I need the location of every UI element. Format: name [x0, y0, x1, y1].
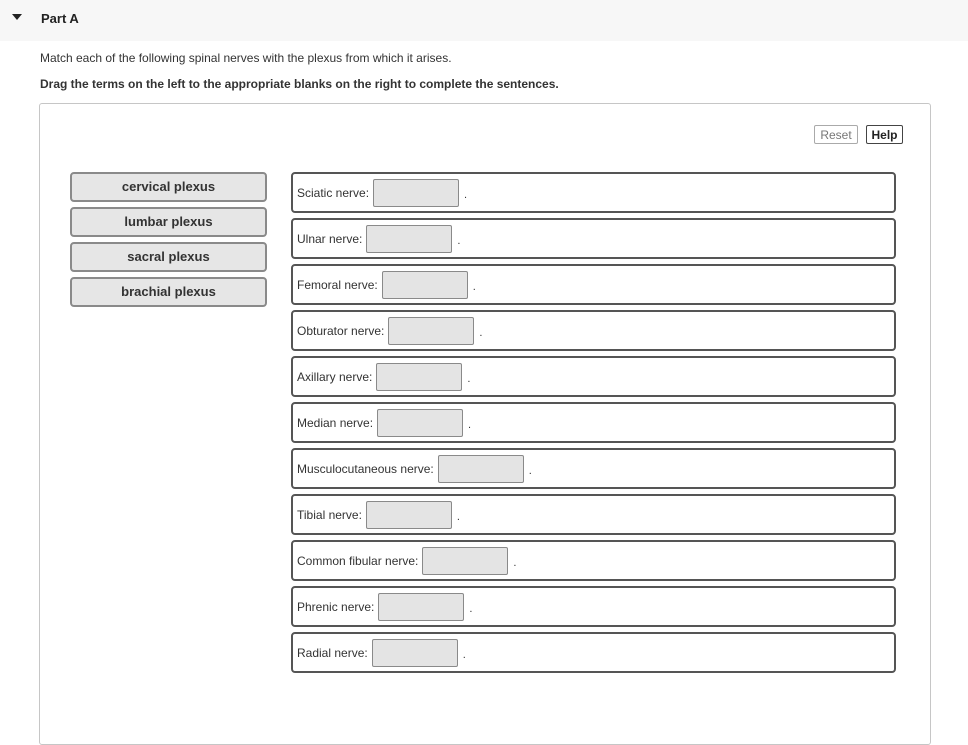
sentence-label: Axillary nerve:: [297, 370, 373, 384]
help-button[interactable]: Help: [866, 125, 903, 144]
sentence-sciatic-nerve: Sciatic nerve: .: [291, 172, 896, 213]
drop-blank[interactable]: [378, 593, 465, 621]
drop-blank[interactable]: [437, 455, 524, 483]
drop-blank[interactable]: [371, 639, 458, 667]
drop-blank[interactable]: [422, 547, 509, 575]
sentence-common-fibular-nerve: Common fibular nerve: .: [291, 540, 896, 581]
sentence-period: .: [469, 603, 473, 615]
sentence-period: .: [457, 235, 461, 247]
sentence-label: Ulnar nerve:: [297, 232, 363, 246]
sentence-label: Tibial nerve:: [297, 508, 362, 522]
instruction-text: Match each of the following spinal nerve…: [40, 51, 452, 65]
sentence-label: Common fibular nerve:: [297, 554, 419, 568]
term-sacral-plexus[interactable]: sacral plexus: [70, 242, 267, 272]
sentence-ulnar-nerve: Ulnar nerve: .: [291, 218, 896, 259]
sentence-label: Median nerve:: [297, 416, 374, 430]
part-header[interactable]: Part A: [0, 0, 968, 41]
sentence-label: Radial nerve:: [297, 646, 368, 660]
drop-blank[interactable]: [381, 271, 468, 299]
sentence-label: Sciatic nerve:: [297, 186, 370, 200]
term-brachial-plexus[interactable]: brachial plexus: [70, 277, 267, 307]
sentence-period: .: [513, 557, 517, 569]
sentence-period: .: [456, 511, 460, 523]
term-cervical-plexus[interactable]: cervical plexus: [70, 172, 267, 202]
drop-blank[interactable]: [373, 179, 460, 207]
part-title: Part A: [41, 11, 79, 26]
sentence-period: .: [464, 189, 468, 201]
drag-instruction-text: Drag the terms on the left to the approp…: [40, 77, 559, 91]
sentence-label: Femoral nerve:: [297, 278, 378, 292]
sentence-tibial-nerve: Tibial nerve: .: [291, 494, 896, 535]
sentence-label: Phrenic nerve:: [297, 600, 375, 614]
sentence-label: Obturator nerve:: [297, 324, 385, 338]
sentence-obturator-nerve: Obturator nerve: .: [291, 310, 896, 351]
drop-blank[interactable]: [377, 409, 464, 437]
sentence-phrenic-nerve: Phrenic nerve: .: [291, 586, 896, 627]
sentence-period: .: [528, 465, 532, 477]
sentence-radial-nerve: Radial nerve: .: [291, 632, 896, 673]
caret-down-icon[interactable]: [12, 14, 22, 20]
sentence-period: .: [467, 373, 471, 385]
drop-blank[interactable]: [365, 501, 452, 529]
sentence-label: Musculocutaneous nerve:: [297, 462, 434, 476]
drop-blank[interactable]: [388, 317, 475, 345]
sentence-axillary-nerve: Axillary nerve: .: [291, 356, 896, 397]
sentence-musculocutaneous-nerve: Musculocutaneous nerve: .: [291, 448, 896, 489]
term-lumbar-plexus[interactable]: lumbar plexus: [70, 207, 267, 237]
reset-button[interactable]: Reset: [814, 125, 858, 144]
drop-blank[interactable]: [366, 225, 453, 253]
sentence-period: .: [468, 419, 472, 431]
drop-blank[interactable]: [376, 363, 463, 391]
sentence-median-nerve: Median nerve: .: [291, 402, 896, 443]
sentence-femoral-nerve: Femoral nerve: .: [291, 264, 896, 305]
sentence-period: .: [472, 281, 476, 293]
sentence-period: .: [479, 327, 483, 339]
sentence-period: .: [462, 649, 466, 661]
